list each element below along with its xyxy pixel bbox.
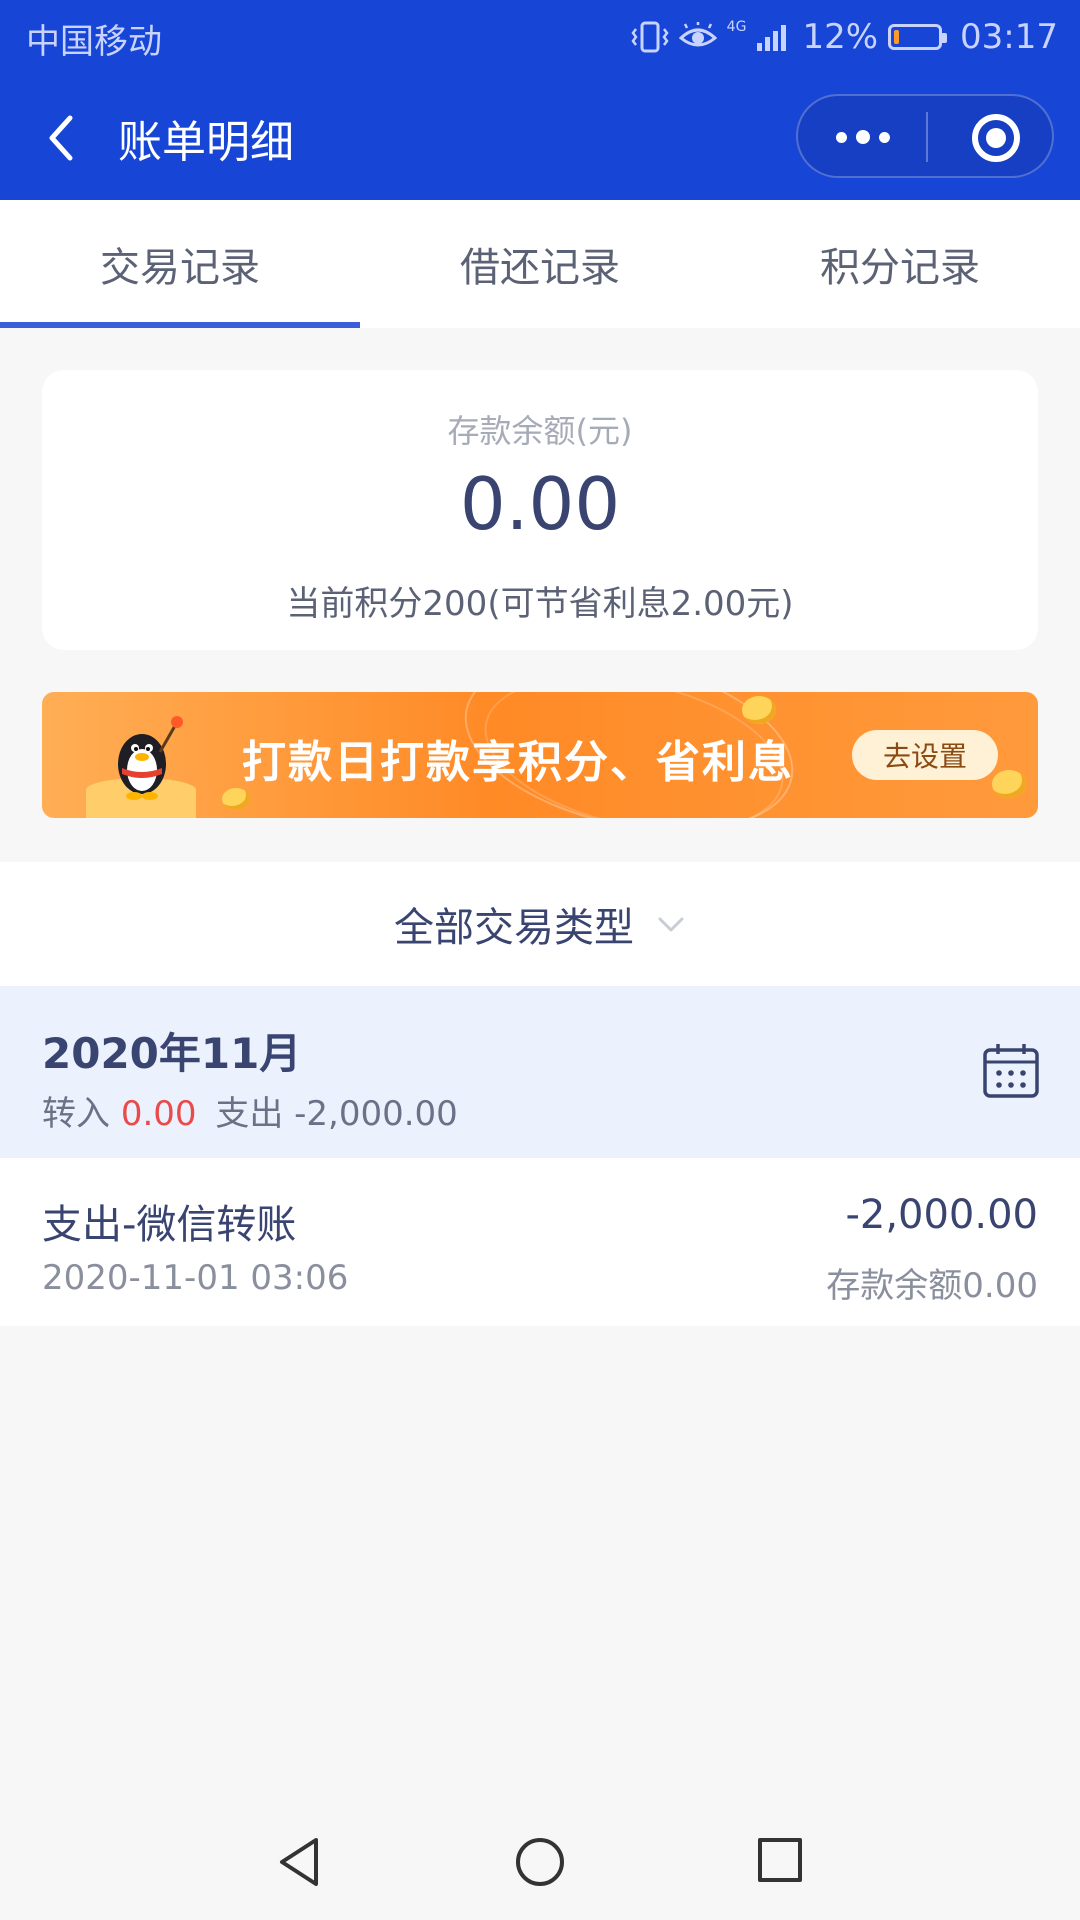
coin-icon (992, 770, 1026, 798)
calendar-icon[interactable] (982, 1042, 1040, 1100)
capsule-divider (926, 112, 928, 162)
in-label: 转入 (42, 1094, 110, 1134)
transaction-amount: -2,000.00 (845, 1192, 1038, 1238)
balance-amount: 0.00 (459, 462, 621, 546)
points-info: 当前积分200(可节省利息2.00元) (286, 584, 794, 624)
filter-label: 全部交易类型 (394, 905, 634, 951)
page-title: 账单明细 (118, 117, 294, 168)
battery-icon (888, 24, 948, 50)
nav-recent-apps-icon[interactable] (758, 1838, 802, 1882)
month-title: 2020年11月 (42, 1029, 302, 1078)
close-target-icon[interactable] (972, 114, 1020, 162)
vibrate-icon (631, 21, 669, 53)
tab-borrow-repay[interactable]: 借还记录 (360, 200, 720, 328)
system-nav-bar (0, 1800, 1080, 1920)
promo-banner[interactable]: 打款日打款享积分、省利息 去设置 (42, 692, 1038, 818)
transaction-time: 2020-11-01 03:06 (42, 1258, 349, 1298)
banner-text: 打款日打款享积分、省利息 (242, 737, 794, 788)
chevron-down-icon (658, 917, 684, 932)
balance-label: 存款余额(元) (447, 412, 633, 450)
transaction-balance: 存款余额0.00 (826, 1266, 1038, 1306)
nav-header: 账单明细 (0, 76, 1080, 200)
transaction-title: 支出-微信转账 (42, 1202, 297, 1248)
transaction-row[interactable]: 支出-微信转账 2020-11-01 03:06 -2,000.00 存款余额0… (0, 1158, 1080, 1326)
more-dots-icon[interactable] (836, 126, 890, 148)
penguin-mascot-icon (118, 716, 183, 800)
tab-points[interactable]: 积分记录 (720, 200, 1080, 328)
record-tabs: 交易记录 借还记录 积分记录 (0, 200, 1080, 328)
network-type: 4G (726, 19, 747, 35)
back-arrow-icon[interactable] (40, 108, 80, 168)
out-value: -2,000.00 (294, 1094, 458, 1134)
tab-transactions[interactable]: 交易记录 (0, 200, 360, 328)
top-bar: 中国移动 4G 12% 03:17 账单明细 (0, 0, 1080, 200)
balance-card: 存款余额(元) 0.00 当前积分200(可节省利息2.00元) (42, 370, 1038, 650)
month-group-header: 2020年11月 转入 0.00 支出 -2,000.00 (0, 986, 1080, 1158)
mini-program-capsule (796, 94, 1054, 178)
in-value: 0.00 (120, 1094, 197, 1134)
status-icons: 4G 12% 03:17 (631, 12, 1058, 62)
go-settings-button[interactable]: 去设置 (852, 730, 998, 780)
coin-icon (742, 696, 776, 724)
carrier-name: 中国移动 (26, 22, 162, 62)
nav-back-icon[interactable] (276, 1836, 324, 1888)
transaction-type-filter[interactable]: 全部交易类型 (0, 862, 1080, 986)
battery-percent: 12% (802, 17, 879, 57)
eye-comfort-icon (678, 22, 717, 47)
month-summary: 转入 0.00 支出 -2,000.00 (42, 1086, 458, 1135)
clock: 03:17 (960, 17, 1058, 57)
coin-icon (222, 788, 250, 810)
status-bar: 中国移动 4G 12% 03:17 (0, 0, 1080, 76)
nav-home-icon[interactable] (516, 1838, 564, 1886)
out-label: 支出 (215, 1094, 284, 1134)
signal-icon (757, 25, 787, 51)
